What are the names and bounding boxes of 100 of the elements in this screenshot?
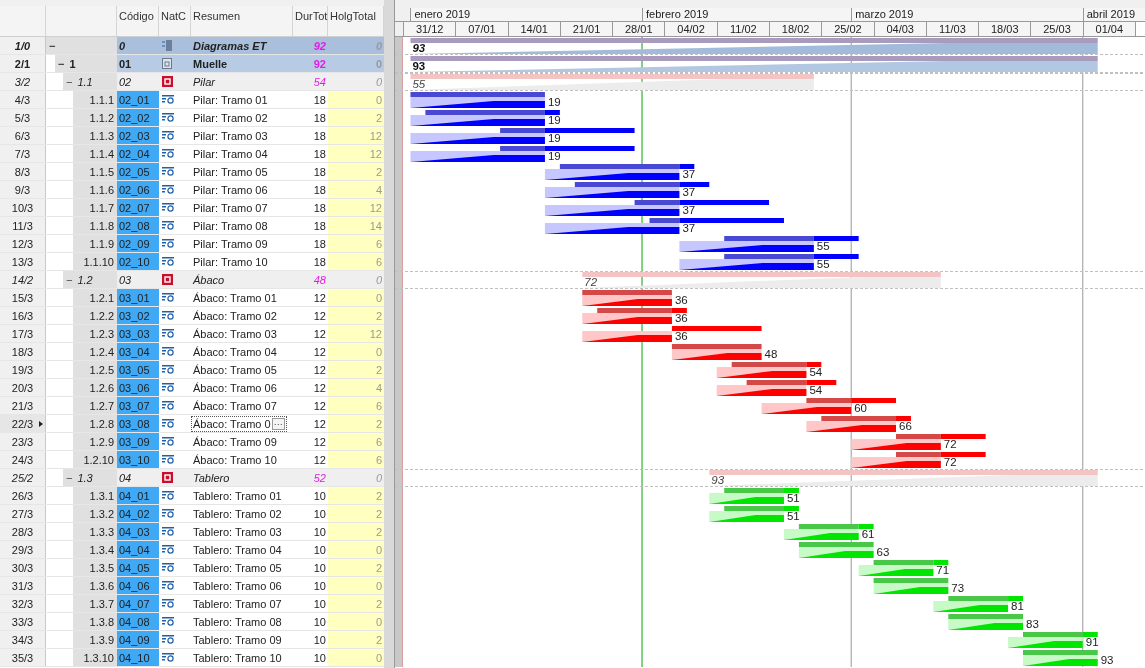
slack-cell: 2 [328,595,384,612]
row-number: 27/3 [11,507,34,520]
code-cell: 0 [117,37,159,54]
bar-label: 93 [412,42,426,54]
list-icon [162,40,173,51]
code-cell: 04_08 [117,613,159,630]
slack-cell: 6 [328,235,384,252]
row-number: 5/3 [14,111,31,124]
row-number: 29/3 [11,543,34,556]
code-cell: 02_06 [117,181,159,198]
outline-number: 1.2.7 [89,399,114,412]
bar-label: 73 [951,582,965,594]
bar-label: 54 [809,366,823,378]
week-header: 21/01 [560,22,614,36]
outline-number: 1.3.8 [89,615,114,628]
column-header[interactable]: Código [117,6,159,36]
outline-number: 1.2.3 [89,327,114,340]
outline-number: 1.3.4 [89,543,114,556]
code-cell: 04_04 [117,541,159,558]
task-icon [162,653,174,662]
outline-number: 1.2.10 [83,453,114,466]
task-icon [162,167,174,176]
bar-label: 91 [1085,636,1099,648]
bar-label: 81 [1011,600,1024,612]
collapse-toggle[interactable]: − [66,75,73,88]
outline-number: 1.3.9 [89,633,114,646]
task-icon [162,509,174,518]
slack-cell: 2 [328,361,384,378]
outline-number: 1.1.6 [89,183,114,196]
outline-number: 1.3.6 [89,579,114,592]
slack-cell: 12 [328,127,384,144]
summary-cell: Diagramas ET [191,37,293,54]
column-header[interactable]: DurTot [293,6,328,36]
task-icon [162,113,174,122]
week-header: 07/01 [456,22,509,36]
bar-label: 93 [711,474,725,486]
collapse-toggle[interactable]: − [66,273,73,286]
row-number: 31/3 [11,579,34,592]
code-cell: 04_03 [117,523,159,540]
code-cell: 04_02 [117,505,159,522]
code-cell: 03 [117,271,159,288]
collapse-toggle[interactable]: − [49,39,56,52]
bar-label: 60 [854,402,867,414]
summary-editor[interactable]: Ábaco: Tramo 0 ··· [191,415,287,432]
column-header[interactable]: Resumen [191,6,293,36]
row-number: 15/3 [11,291,34,304]
duration-cell: 54 [293,73,328,90]
row-number: 11/3 [12,219,33,232]
month-header: febrero 2019 [643,8,853,21]
row-number: 10/3 [11,201,34,214]
collapse-toggle[interactable]: − [66,471,73,484]
ellipsis-button[interactable]: ··· [271,417,285,430]
outline-number: 1.2.1 [89,291,114,304]
slack-cell: 0 [328,541,384,558]
code-cell: 04_06 [117,577,159,594]
slack-cell: 12 [328,325,384,342]
document-icon [162,58,172,69]
month-header: marzo 2019 [852,8,1084,21]
task-icon [162,581,174,590]
splitter-bar[interactable] [384,0,395,668]
slack-cell: 2 [328,631,384,648]
outline-number: 1.1.2 [89,111,114,124]
bar-label: 37 [682,186,696,198]
row-number: 25/2 [11,471,34,484]
outline-number: 1.1.10 [83,255,114,268]
week-header: 25/02 [822,22,875,36]
row-number: 1/0 [14,39,31,52]
bar-label: 37 [682,222,696,234]
collapse-toggle[interactable]: − [58,57,65,70]
slack-cell: 6 [328,433,384,450]
task-icon [162,347,174,356]
code-cell: 01 [117,55,159,72]
row-number: 16/3 [11,309,34,322]
week-header: 11/03 [926,22,980,36]
row-number: 9/3 [14,183,31,196]
outline-number: 1.3.7 [89,597,114,610]
month-header: enero 2019 [411,8,644,21]
week-header: 18/03 [979,22,1032,36]
bar-label: 55 [816,240,830,252]
row-number: 13/3 [11,255,34,268]
slack-cell: 0 [328,73,384,90]
task-icon [162,221,174,230]
slack-cell: 6 [328,253,384,270]
slack-cell: 0 [328,343,384,360]
code-cell: 03_01 [117,289,159,306]
bar-label: 48 [764,348,778,360]
row-number: 14/2 [11,273,34,286]
column-header[interactable]: NatC [159,6,191,36]
slack-cell: 2 [328,163,384,180]
outline-number: 1.3.2 [89,507,114,520]
bar-label: 36 [674,330,688,342]
code-cell: 03_02 [117,307,159,324]
row-number: 8/3 [14,165,31,178]
code-cell: 04_01 [117,487,159,504]
bar-label: 54 [809,384,823,396]
row-number: 34/3 [11,633,34,646]
summary-cell: Ábaco [191,271,293,288]
outline-number: 1.1.1 [89,93,114,106]
slack-cell: 6 [328,451,384,468]
bar-label: 19 [547,132,561,144]
